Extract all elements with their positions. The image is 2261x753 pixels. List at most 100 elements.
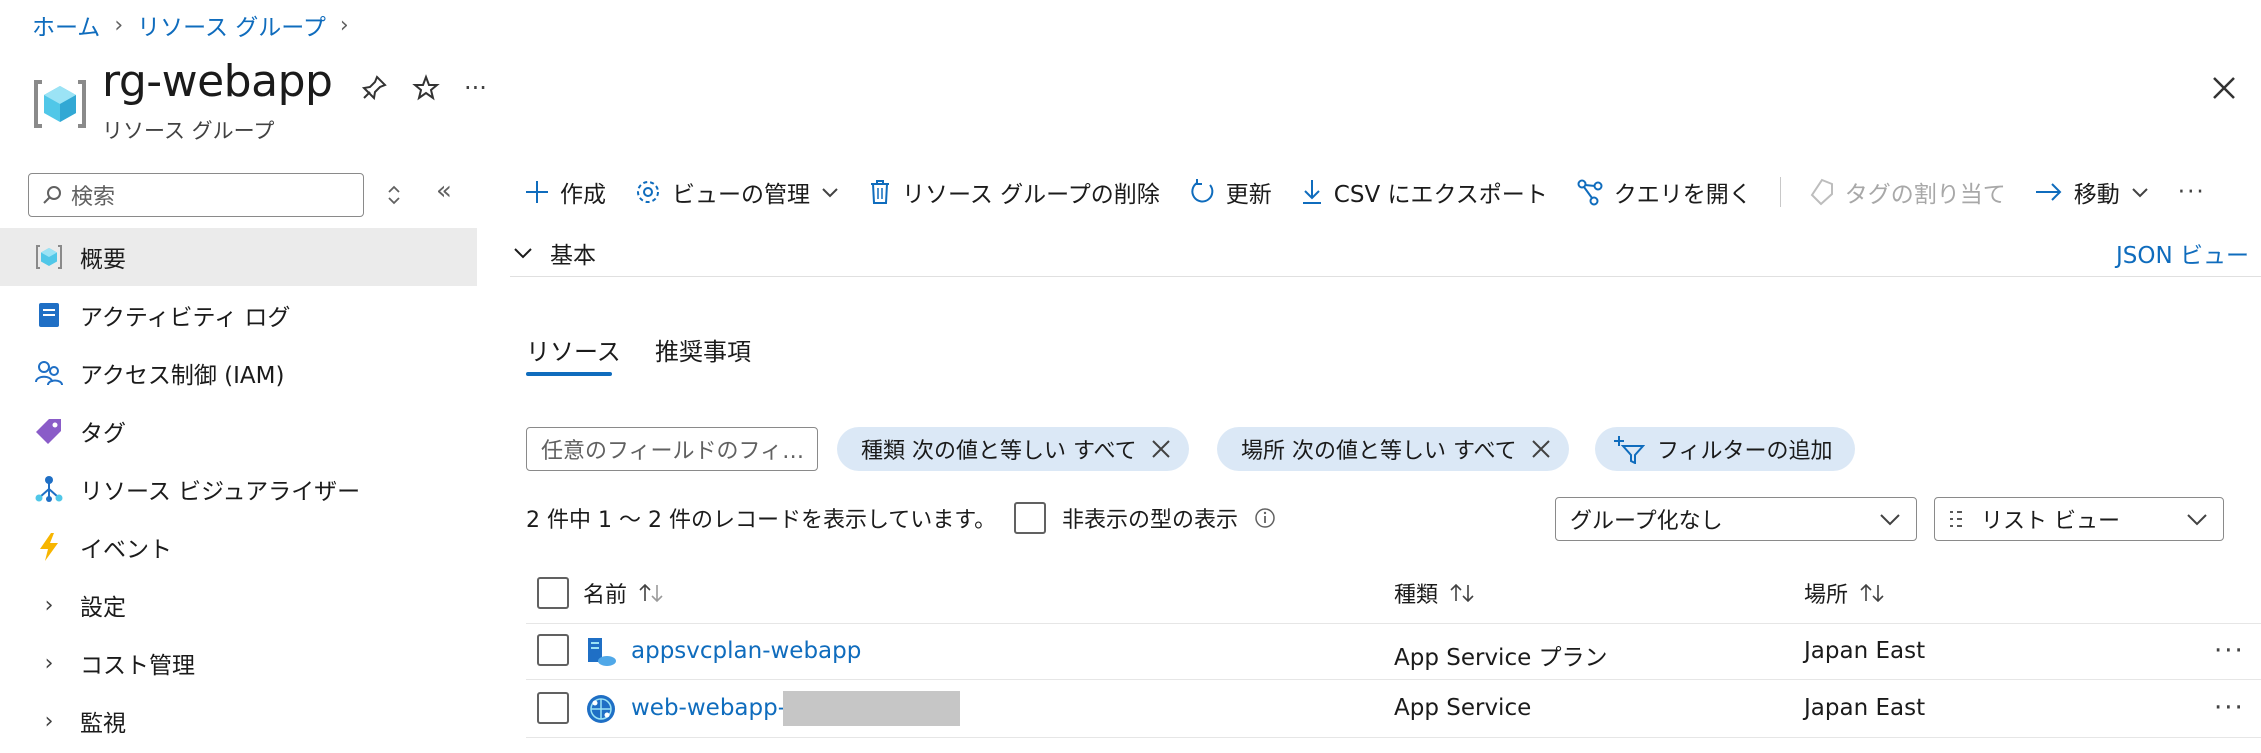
- sidebar-item-label: コスト管理: [80, 653, 195, 679]
- sidebar-item-overview[interactable]: 概要: [0, 228, 477, 286]
- sort-icon: [637, 581, 667, 605]
- row-checkbox[interactable]: [537, 692, 569, 724]
- show-hidden-label: 非表示の型の表示: [1062, 508, 1239, 533]
- app-service-plan-icon: [585, 636, 617, 668]
- breadcrumb-separator-icon: ›: [339, 12, 349, 38]
- more-commands-icon[interactable]: ···: [2178, 179, 2206, 205]
- type-filter-label: 種類 次の値と等しい すべて: [861, 439, 1137, 464]
- column-header-location[interactable]: 場所: [1804, 577, 1888, 609]
- tab-recommendations[interactable]: 推奨事項: [655, 332, 751, 367]
- tab-resources[interactable]: リソース: [526, 332, 621, 367]
- field-filter-input[interactable]: 任意のフィールドのフィ…: [526, 427, 818, 471]
- close-icon[interactable]: [1149, 437, 1173, 461]
- row-divider: [526, 737, 2261, 738]
- row-more-icon[interactable]: ···: [2214, 693, 2245, 723]
- create-button[interactable]: 作成: [524, 175, 606, 209]
- more-icon[interactable]: ···: [464, 74, 487, 102]
- close-icon[interactable]: [2210, 74, 2238, 102]
- export-csv-button[interactable]: CSV にエクスポート: [1300, 175, 1548, 209]
- breadcrumb: ホーム › リソース グループ ›: [32, 8, 349, 42]
- command-bar: 作成 ビューの管理 リソース グループの削除 更新 CSV にエクスポート クエ…: [524, 172, 2234, 212]
- search-icon: [41, 184, 63, 206]
- arrow-right-icon: [2034, 180, 2064, 204]
- table-row[interactable]: [537, 692, 569, 724]
- activity-log-icon: [34, 300, 64, 330]
- tag-icon: [34, 416, 64, 446]
- collapse-sidebar-icon[interactable]: «: [436, 176, 452, 206]
- open-query-button[interactable]: クエリを開く: [1576, 175, 1752, 209]
- page-title: rg-webapp: [102, 56, 333, 107]
- sidebar-item-label: イベント: [80, 537, 172, 563]
- json-view-link[interactable]: JSON ビュー: [2116, 236, 2249, 270]
- toolbar-divider: [1779, 177, 1781, 207]
- breadcrumb-home[interactable]: ホーム: [32, 8, 100, 42]
- info-icon: [1254, 507, 1276, 529]
- list-icon: [1949, 509, 1975, 529]
- close-icon[interactable]: [1529, 437, 1553, 461]
- sidebar-item-activity-log[interactable]: アクティビティ ログ: [0, 286, 477, 344]
- sidebar-search-input[interactable]: 検索: [28, 173, 364, 217]
- resource-type: App Service: [1394, 695, 1532, 721]
- page-subtitle: リソース グループ: [102, 119, 275, 143]
- refresh-button[interactable]: 更新: [1188, 175, 1272, 209]
- delete-resource-group-button[interactable]: リソース グループの削除: [868, 175, 1160, 209]
- grouping-dropdown[interactable]: グループ化なし: [1555, 497, 1917, 541]
- chevron-down-icon: [820, 182, 840, 202]
- type-filter-pill[interactable]: 種類 次の値と等しい すべて: [837, 427, 1189, 471]
- sidebar-item-monitoring[interactable]: › 監視: [0, 692, 477, 750]
- chevron-down-icon: [2130, 182, 2150, 202]
- resource-name-link[interactable]: web-webapp-: [631, 695, 786, 721]
- chevron-down-icon: [1878, 509, 1902, 529]
- add-filter-label: フィルターの追加: [1657, 439, 1833, 464]
- gear-icon: [634, 178, 662, 206]
- move-button[interactable]: 移動: [2034, 175, 2150, 209]
- sort-updown-icon[interactable]: [386, 183, 402, 207]
- location-filter-pill[interactable]: 場所 次の値と等しい すべて: [1217, 427, 1569, 471]
- assign-tags-button[interactable]: タグの割り当て: [1809, 175, 2006, 209]
- plus-icon: [524, 179, 550, 205]
- resource-location: Japan East: [1804, 638, 1926, 664]
- sidebar-item-tags[interactable]: タグ: [0, 402, 477, 460]
- pin-icon[interactable]: [360, 74, 388, 102]
- assign-tags-label: タグの割り当て: [1844, 182, 2006, 208]
- resource-name-link[interactable]: appsvcplan-webapp: [631, 638, 861, 664]
- row-more-icon[interactable]: ···: [2214, 636, 2245, 666]
- sidebar-item-label: タグ: [80, 421, 126, 447]
- delete-resource-group-label: リソース グループの削除: [902, 182, 1160, 208]
- manage-view-button[interactable]: ビューの管理: [634, 175, 840, 209]
- view-mode-dropdown[interactable]: リスト ビュー: [1934, 497, 2224, 541]
- column-header-type-label: 種類: [1394, 583, 1439, 608]
- sidebar-item-label: 監視: [80, 711, 126, 737]
- essentials-divider: [510, 276, 2261, 277]
- sidebar-item-cost-management[interactable]: › コスト管理: [0, 634, 477, 692]
- show-hidden-types[interactable]: 非表示の型の表示: [1014, 502, 1276, 534]
- add-filter-button[interactable]: フィルターの追加: [1595, 427, 1855, 471]
- resource-group-icon: [34, 242, 64, 272]
- download-icon: [1300, 178, 1324, 206]
- sidebar-search-placeholder: 検索: [71, 185, 116, 210]
- chevron-right-icon: ›: [44, 650, 54, 676]
- select-all-checkbox[interactable]: [537, 577, 569, 609]
- sidebar-item-iam[interactable]: アクセス制御 (IAM): [0, 344, 477, 402]
- sidebar-item-settings[interactable]: › 設定: [0, 576, 477, 634]
- resource-type: App Service プラン: [1394, 645, 1608, 671]
- chevron-down-icon: [2185, 509, 2209, 529]
- row-checkbox[interactable]: [537, 634, 569, 666]
- show-hidden-checkbox[interactable]: [1014, 502, 1046, 534]
- column-header-name[interactable]: 名前: [537, 577, 667, 609]
- move-label: 移動: [2073, 182, 2120, 208]
- table-row[interactable]: [537, 634, 569, 666]
- sidebar-item-events[interactable]: イベント: [0, 518, 477, 576]
- breadcrumb-resource-groups[interactable]: リソース グループ: [137, 8, 326, 42]
- sidebar-item-visualizer[interactable]: リソース ビジュアライザー: [0, 460, 477, 518]
- column-header-name-label: 名前: [583, 583, 628, 608]
- essentials-toggle[interactable]: 基本: [512, 236, 596, 270]
- chevron-right-icon: ›: [44, 592, 54, 618]
- refresh-label: 更新: [1225, 182, 1272, 208]
- column-header-type[interactable]: 種類: [1394, 577, 1478, 609]
- open-query-label: クエリを開く: [1613, 182, 1752, 208]
- star-icon[interactable]: [412, 74, 440, 102]
- visualizer-icon: [34, 474, 64, 504]
- lightning-icon: [34, 532, 64, 562]
- export-csv-label: CSV にエクスポート: [1333, 182, 1548, 208]
